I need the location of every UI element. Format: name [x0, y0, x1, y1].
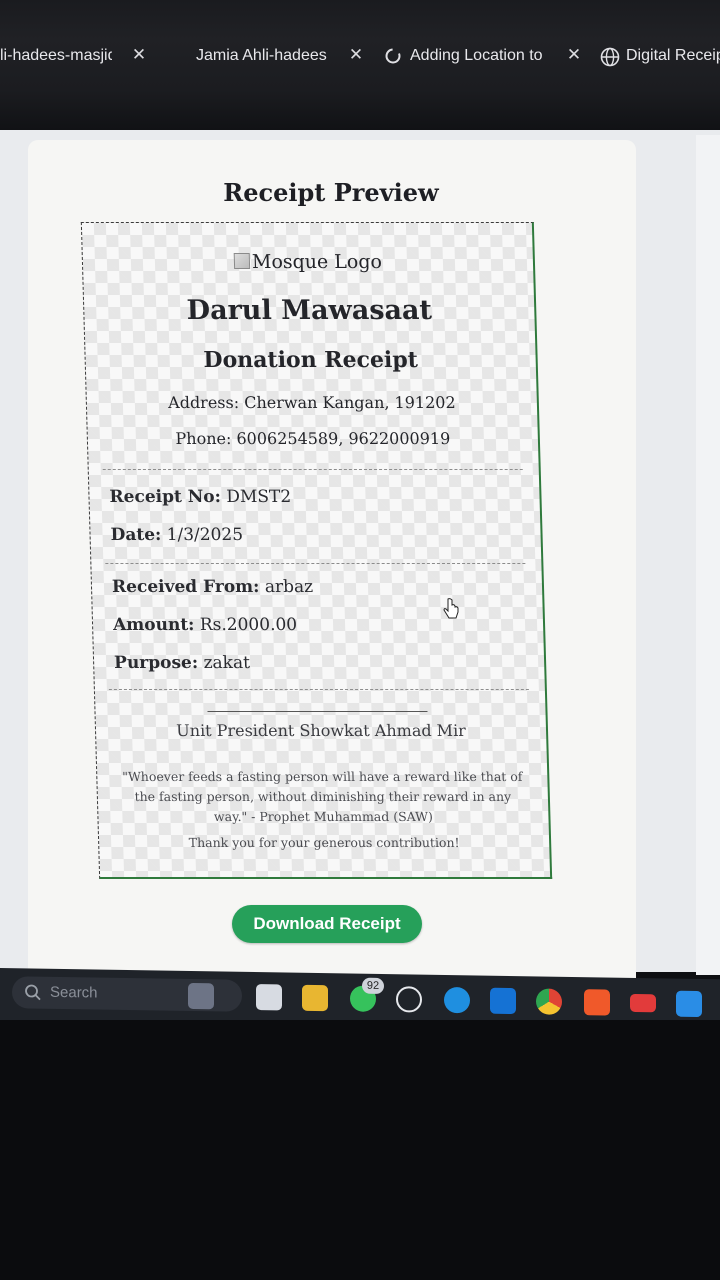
chrome-icon[interactable]	[536, 988, 562, 1015]
field-label: Receipt No:	[109, 487, 222, 507]
tab-2[interactable]: Jamia Ahli-hadees M	[196, 42, 328, 70]
purpose: Purpose: zakat	[114, 653, 250, 673]
broken-image-icon	[233, 253, 251, 269]
mosque-phone: Phone: 6006254589, 9622000919	[175, 429, 451, 448]
mosque-logo: Mosque Logo	[83, 251, 534, 273]
globe-icon	[600, 47, 620, 67]
thank-you-note: Thank you for your generous contribution…	[188, 835, 460, 850]
receipt-type: Donation Receipt	[203, 347, 419, 373]
page-viewport: Receipt Preview Mosque Logo Darul Mawasa…	[0, 130, 720, 990]
field-value: zakat	[203, 653, 251, 673]
field-label: Purpose:	[113, 653, 199, 673]
tab-4-title: Digital Receip	[626, 47, 720, 64]
received-from: Received From: arbaz	[112, 577, 314, 597]
field-label: Amount:	[112, 615, 195, 635]
receipt-preview-card: Receipt Preview Mosque Logo Darul Mawasa…	[28, 140, 636, 990]
brave-icon[interactable]	[584, 989, 610, 1016]
signature-line	[207, 711, 428, 712]
adjacent-window-edge	[696, 135, 720, 975]
folder-icon[interactable]	[302, 984, 328, 1012]
field-value: arbaz	[264, 577, 314, 597]
search-placeholder: Search	[50, 983, 98, 1002]
tab-3-close-icon[interactable]: ✕	[563, 44, 585, 66]
browser-tab-strip: li-hadees-masjid, ✕ Jamia Ahli-hadees M …	[0, 0, 720, 130]
tab-3-title: Adding Location to	[410, 47, 543, 64]
file-explorer-icon[interactable]	[256, 984, 282, 1011]
mosque-name: Darul Mawasaat	[186, 295, 433, 326]
tab-1-close-icon[interactable]: ✕	[128, 44, 150, 66]
receipt-date: Date: 1/3/2025	[110, 525, 243, 545]
monitor-bezel	[0, 1020, 720, 1280]
loading-icon	[384, 47, 402, 65]
tab-1-title: li-hadees-masjid,	[0, 47, 112, 64]
field-value: Rs.2000.00	[199, 615, 298, 635]
amount: Amount: Rs.2000.00	[113, 615, 298, 635]
tab-3[interactable]: Adding Location to	[384, 42, 544, 70]
widgets-icon[interactable]	[188, 982, 214, 1010]
tab-1[interactable]: li-hadees-masjid,	[0, 42, 112, 70]
whatsapp-badge: 92	[362, 977, 384, 995]
tab-2-title: Jamia Ahli-hadees M	[196, 47, 328, 64]
hadith-quote: "Whoever feeds a fasting person will hav…	[121, 769, 523, 824]
field-label: Date:	[110, 525, 162, 545]
receipt-number: Receipt No: DMST2	[109, 487, 291, 507]
edge-icon[interactable]	[444, 986, 470, 1014]
field-value: 1/3/2025	[166, 525, 244, 545]
divider	[102, 469, 523, 470]
chatgpt-icon[interactable]	[396, 986, 422, 1013]
mosque-address: Address: Cherwan Kangan, 191202	[167, 393, 456, 412]
youtube-icon[interactable]	[630, 993, 656, 1013]
field-label: Received From:	[111, 577, 260, 597]
tab-2-close-icon[interactable]: ✕	[345, 44, 367, 66]
vscode-icon[interactable]	[676, 990, 702, 1018]
divider	[108, 689, 529, 690]
signatory: Unit President Showkat Ahmad Mir	[175, 721, 467, 740]
divider	[105, 563, 526, 564]
outlook-icon[interactable]	[490, 987, 516, 1015]
receipt: Mosque Logo Darul Mawasaat Donation Rece…	[80, 222, 553, 879]
hand-cursor-icon	[443, 598, 459, 619]
page-title: Receipt Preview	[223, 178, 439, 207]
download-receipt-button[interactable]: Download Receipt	[232, 905, 422, 943]
tab-4[interactable]: Digital Receip	[600, 42, 720, 70]
mosque-logo-alt-text: Mosque Logo	[251, 251, 383, 273]
search-icon	[25, 984, 41, 1001]
field-value: DMST2	[226, 487, 292, 507]
